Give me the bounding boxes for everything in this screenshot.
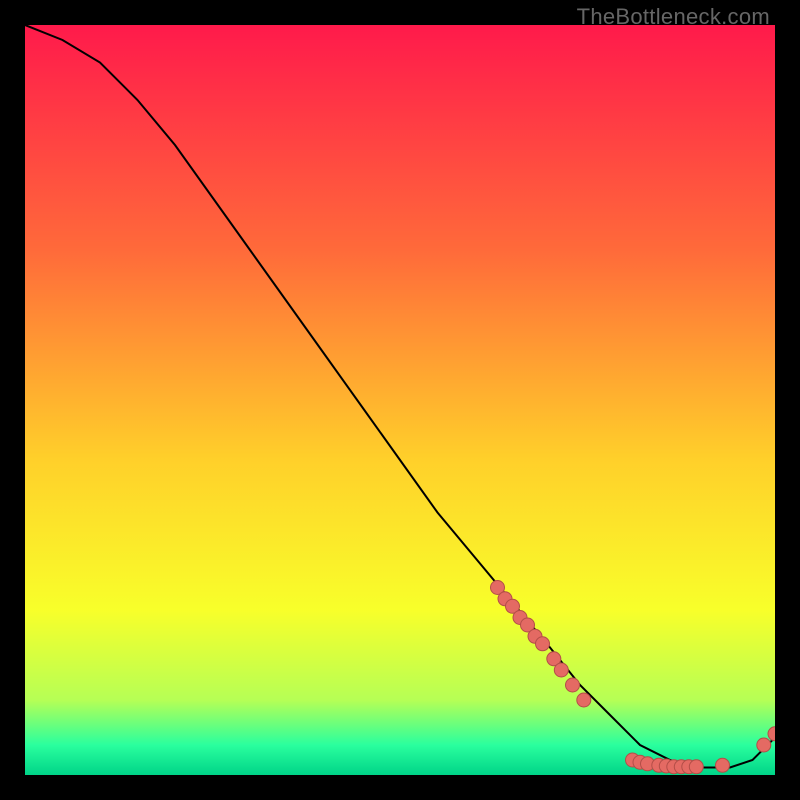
data-point <box>554 663 568 677</box>
gradient-background <box>25 25 775 775</box>
data-point <box>689 760 703 774</box>
plot-area <box>25 25 775 775</box>
data-point <box>716 758 730 772</box>
data-point <box>577 693 591 707</box>
plot-svg <box>25 25 775 775</box>
data-point <box>536 637 550 651</box>
data-point <box>566 678 580 692</box>
data-point <box>757 738 771 752</box>
chart-stage: TheBottleneck.com <box>0 0 800 800</box>
